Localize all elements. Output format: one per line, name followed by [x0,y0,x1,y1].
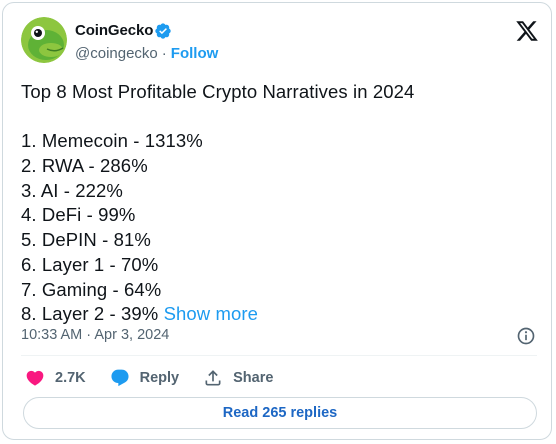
author-handle[interactable]: @coingecko [75,45,158,62]
reply-bubble-icon [111,369,129,387]
verified-icon [155,23,171,39]
list-item: 5. DePIN - 81% [21,229,151,251]
list-item: 1. Memecoin - 1313% [21,130,203,152]
reply-button[interactable]: Reply [110,368,180,388]
reply-label: Reply [139,370,180,386]
list-item: 8. Layer 2 - 39% [21,303,159,325]
list-item: 4. DeFi - 99% [21,204,136,226]
list-item: 6. Layer 1 - 70% [21,253,159,275]
follow-button[interactable]: Follow [171,45,219,62]
read-replies-button[interactable]: Read 265 replies [23,397,537,429]
list-item-with-show-more: 8. Layer 2 - 39% Show more [21,302,541,327]
timestamp[interactable]: 10:33 AM · Apr 3, 2024 [21,327,169,343]
show-more-link[interactable]: Show more [164,303,258,324]
like-count: 2.7K [55,370,86,386]
list-item: 7. Gaming - 64% [21,278,162,300]
action-bar: 2.7K Reply Share [25,367,297,389]
tweet-text: Top 8 Most Profitable Crypto Narratives … [21,80,541,327]
handle-row: @coingecko · Follow [75,45,218,62]
tweet-card: CoinGecko @coingecko · Follow Top 8 Most P… [2,2,552,440]
like-button[interactable]: 2.7K [25,368,86,388]
divider [21,355,537,356]
share-icon [205,370,221,386]
author-name[interactable]: CoinGecko [75,22,153,39]
tweet-title: Top 8 Most Profitable Crypto Narratives … [21,81,415,102]
share-label: Share [233,370,274,386]
info-icon[interactable] [516,326,536,346]
x-logo-icon[interactable] [515,19,539,43]
avatar[interactable] [21,17,67,63]
heart-icon [26,370,44,386]
share-button[interactable]: Share [203,368,273,388]
list-item: 3. AI - 222% [21,179,123,201]
list-item: 2. RWA - 286% [21,155,148,177]
separator-dot: · [161,45,167,62]
